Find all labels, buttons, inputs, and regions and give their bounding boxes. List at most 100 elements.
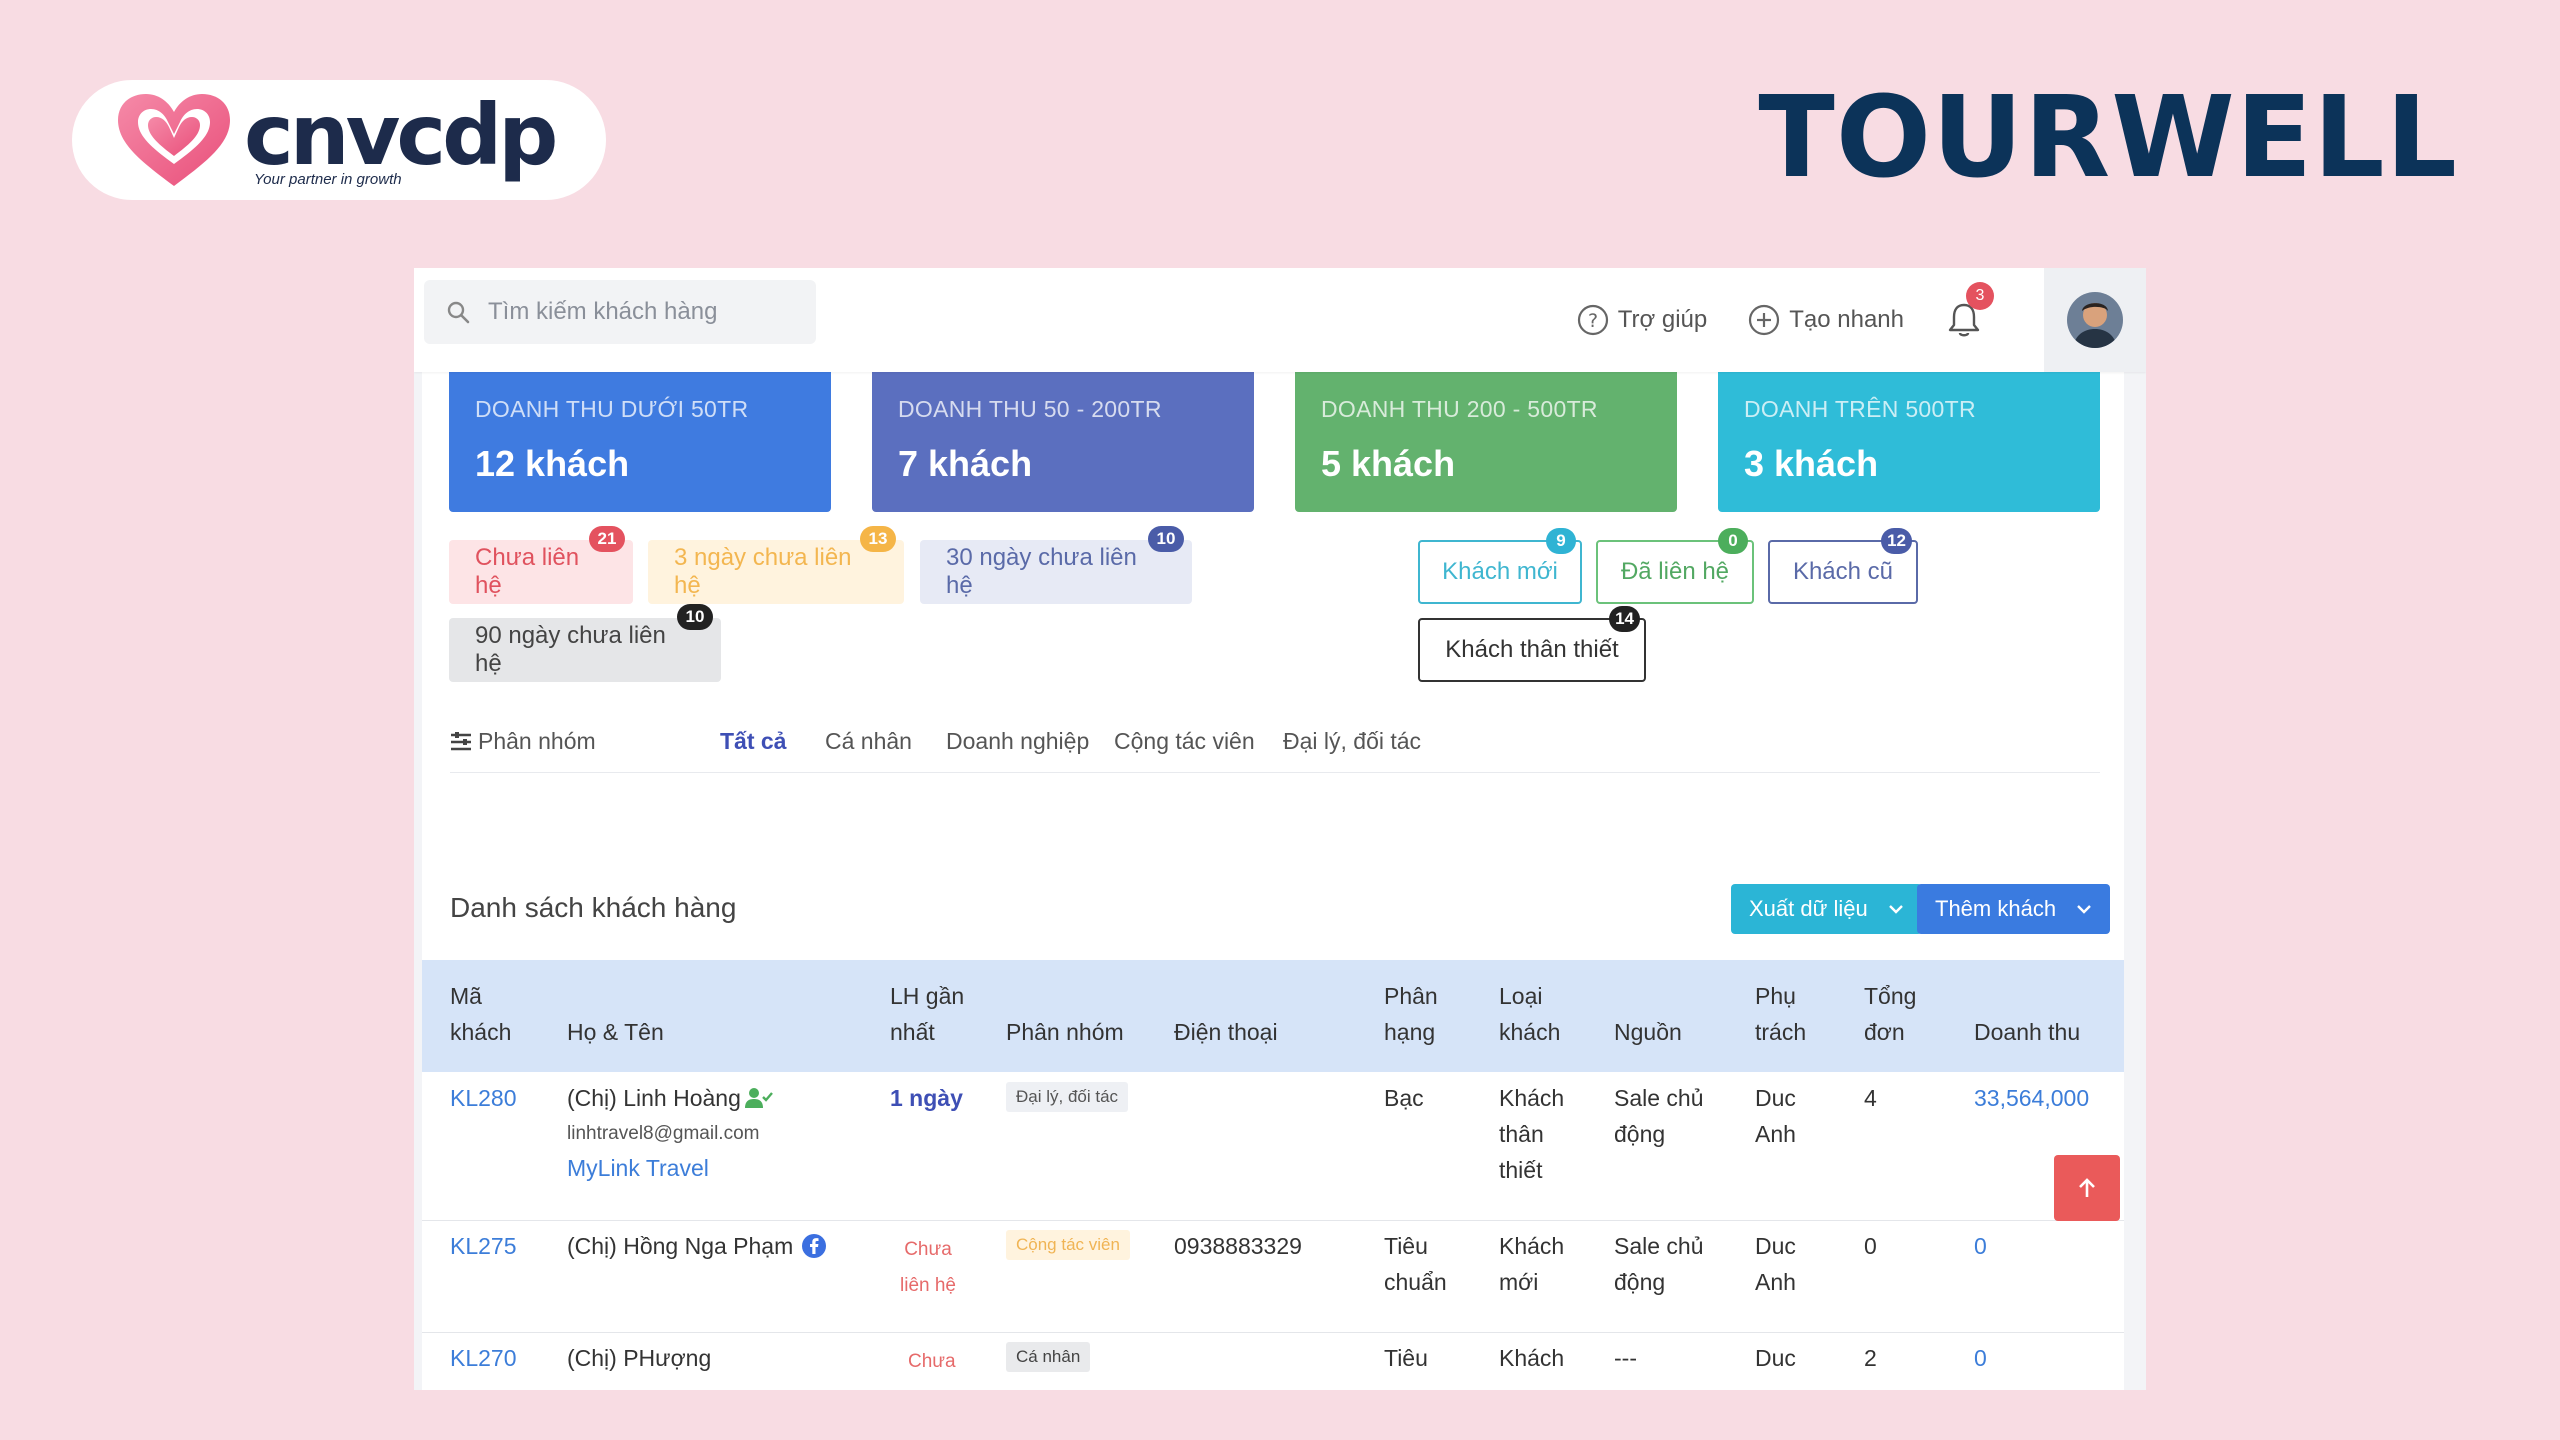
- add-customer-button[interactable]: Thêm khách: [1917, 884, 2111, 934]
- revenue-card-label: DOANH THU 200 - 500TR: [1321, 396, 1598, 422]
- source: Sale chủ động: [1614, 1085, 1704, 1147]
- last-contact: Chưa: [908, 1351, 956, 1372]
- rank: Bạc: [1384, 1085, 1424, 1111]
- revenue[interactable]: 0: [1974, 1340, 1987, 1376]
- help-button[interactable]: ? Trợ giúp: [1576, 303, 1707, 337]
- customer-name[interactable]: (Chị) Linh Hoàng: [567, 1080, 741, 1116]
- col-owner[interactable]: Phụ trách: [1755, 978, 1806, 1050]
- revenue[interactable]: 0: [1974, 1228, 1987, 1264]
- customer-code[interactable]: KL270: [450, 1340, 517, 1376]
- customer-company[interactable]: MyLink Travel: [567, 1150, 709, 1186]
- filter-loyal-customer[interactable]: Khách thân thiết 14: [1418, 606, 1646, 682]
- export-data-button[interactable]: Xuất dữ liệu: [1731, 884, 1922, 934]
- group-tabs: Phân nhóm Tất cả Cá nhân Doanh nghiệp Cộ…: [422, 712, 2124, 772]
- count-badge: 21: [589, 526, 625, 552]
- col-type[interactable]: Loại khách: [1499, 978, 1560, 1050]
- quick-create-button[interactable]: Tạo nhanh: [1747, 303, 1904, 337]
- group-tag: Cá nhân: [1006, 1342, 1091, 1372]
- customer-code[interactable]: KL275: [450, 1228, 517, 1264]
- revenue-card-value: 7 khách: [898, 443, 1033, 484]
- filter-label: 3 ngày chưa liên hệ: [674, 544, 852, 599]
- chevron-down-icon: [2077, 905, 2091, 914]
- last-contact: 1 ngày: [890, 1085, 963, 1111]
- search-icon: [447, 301, 470, 324]
- orders: 0: [1864, 1233, 1877, 1259]
- tab-business[interactable]: Doanh nghiệp: [946, 728, 1089, 755]
- group-filter-label[interactable]: Phân nhóm: [450, 728, 596, 755]
- filter-contacted[interactable]: Đã liên hệ 0: [1596, 528, 1754, 604]
- revenue-card-50-200[interactable]: DOANH THU 50 - 200TR 7 khách: [872, 372, 1254, 512]
- customer-name[interactable]: (Chị) Hồng Nga Phạm: [567, 1228, 793, 1264]
- revenue-card-over-500[interactable]: DOANH TRÊN 500TR 3 khách: [1718, 372, 2100, 512]
- owner: Duc Anh: [1755, 1085, 1796, 1147]
- col-source[interactable]: Nguồn: [1614, 1014, 1682, 1050]
- arrow-up-icon: [2079, 1178, 2095, 1197]
- filter-30-days-not-contacted[interactable]: 30 ngày chưa liên hệ 10: [920, 526, 1192, 604]
- tab-all[interactable]: Tất cả: [720, 728, 786, 755]
- filter-3-days-not-contacted[interactable]: 3 ngày chưa liên hệ 13: [648, 526, 904, 604]
- add-label: Thêm khách: [1935, 896, 2057, 921]
- filter-90-days-not-contacted[interactable]: 90 ngày chưa liên hệ 10: [449, 604, 721, 682]
- source: Sale chủ động: [1614, 1233, 1704, 1295]
- count-badge: 14: [1609, 606, 1640, 632]
- customer-code[interactable]: KL280: [450, 1080, 517, 1116]
- col-last-contact[interactable]: LH gần nhất: [890, 978, 964, 1050]
- col-name[interactable]: Họ & Tên: [567, 1014, 664, 1050]
- heart-logo-icon: [118, 94, 230, 186]
- col-phone[interactable]: Điện thoại: [1174, 1014, 1278, 1050]
- scroll-to-top-button[interactable]: [2054, 1155, 2120, 1221]
- export-label: Xuất dữ liệu: [1749, 896, 1868, 921]
- source: ---: [1614, 1345, 1637, 1371]
- question-circle-icon: ?: [1577, 304, 1608, 336]
- revenue-card-label: DOANH THU 50 - 200TR: [898, 396, 1162, 422]
- divider: [450, 772, 2100, 773]
- count-badge: 0: [1718, 528, 1748, 554]
- tab-individual[interactable]: Cá nhân: [825, 728, 912, 755]
- avatar: [2067, 292, 2123, 348]
- cnvcdp-logo: cnvcdp Your partner in growth: [72, 80, 606, 200]
- rank: Tiêu chuẩn: [1384, 1233, 1447, 1295]
- filter-label: Khách thân thiết: [1445, 636, 1619, 663]
- col-group[interactable]: Phân nhóm: [1006, 1014, 1124, 1050]
- filter-not-contacted[interactable]: Chưa liên hệ 21: [449, 526, 633, 604]
- tab-collaborator[interactable]: Cộng tác viên: [1114, 728, 1255, 755]
- list-filter-icon: [451, 731, 471, 750]
- count-badge: 10: [1148, 526, 1184, 552]
- group-tag: Đại lý, đối tác: [1006, 1082, 1129, 1112]
- col-rank[interactable]: Phân hạng: [1384, 978, 1438, 1050]
- filter-label: 30 ngày chưa liên hệ: [946, 544, 1137, 599]
- revenue-card-value: 12 khách: [475, 443, 630, 484]
- count-badge: 12: [1881, 528, 1912, 554]
- revenue-card-200-500[interactable]: DOANH THU 200 - 500TR 5 khách: [1295, 372, 1677, 512]
- user-menu[interactable]: [2044, 268, 2146, 372]
- row-divider: [422, 1220, 2124, 1221]
- revenue-card-under-50[interactable]: DOANH THU DƯỚI 50TR 12 khách: [449, 372, 831, 512]
- svg-text:?: ?: [1588, 310, 1598, 332]
- filter-label: Chưa liên hệ: [475, 544, 580, 599]
- revenue[interactable]: 33,564,000: [1974, 1080, 2089, 1116]
- tab-agency-partner[interactable]: Đại lý, đối tác: [1283, 728, 1421, 755]
- plus-circle-icon: [1749, 304, 1780, 336]
- orders: 2: [1864, 1345, 1877, 1371]
- revenue-card-value: 5 khách: [1321, 443, 1456, 484]
- revenue-card-label: DOANH THU DƯỚI 50TR: [475, 396, 749, 422]
- search-box[interactable]: [424, 280, 816, 344]
- col-code[interactable]: Mã khách: [450, 978, 511, 1050]
- notification-button[interactable]: 3: [1944, 282, 1994, 340]
- filter-label: Khách cũ: [1792, 558, 1894, 585]
- filter-old-customer[interactable]: Khách cũ 12: [1768, 528, 1918, 604]
- customer-name[interactable]: (Chị) PHượng: [567, 1340, 711, 1376]
- col-orders[interactable]: Tổng đơn: [1864, 978, 1916, 1050]
- filter-new-customer[interactable]: Khách mới 9: [1418, 528, 1582, 604]
- user-check-icon: [744, 1088, 773, 1108]
- customer-email: linhtravel8@gmail.com: [567, 1123, 760, 1144]
- quick-create-label: Tạo nhanh: [1789, 306, 1904, 333]
- row-divider: [422, 1332, 2124, 1333]
- logo-name: cnvcdp: [244, 85, 558, 184]
- search-input[interactable]: [488, 298, 808, 326]
- col-revenue[interactable]: Doanh thu: [1974, 1014, 2080, 1050]
- last-contact: Chưa liên hệ: [900, 1239, 956, 1296]
- orders: 4: [1864, 1085, 1877, 1111]
- list-title: Danh sách khách hàng: [450, 892, 737, 923]
- chevron-down-icon: [1888, 905, 1903, 914]
